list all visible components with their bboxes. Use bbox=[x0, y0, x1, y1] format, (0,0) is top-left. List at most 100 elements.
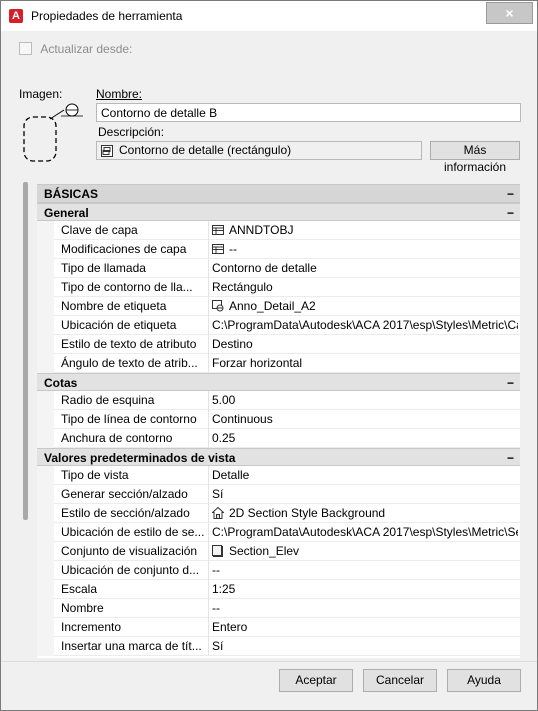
column-divider bbox=[208, 542, 209, 561]
column-divider bbox=[208, 410, 209, 429]
property-value[interactable]: -- bbox=[212, 599, 518, 618]
property-row[interactable]: Clave de capa ANNDTOBJ bbox=[37, 221, 520, 240]
property-row[interactable]: Tipo de línea de contorno Continuous bbox=[37, 410, 520, 429]
property-value[interactable]: 1:25 bbox=[212, 580, 518, 599]
row-gutter bbox=[37, 354, 54, 373]
property-value[interactable]: Rectángulo bbox=[212, 278, 518, 297]
update-from-checkbox[interactable] bbox=[19, 42, 32, 56]
row-gutter bbox=[37, 316, 54, 335]
property-value[interactable]: 0.25 bbox=[212, 429, 518, 448]
tool-image-preview[interactable] bbox=[19, 103, 91, 169]
property-name: Anchura de contorno bbox=[61, 431, 173, 445]
property-value[interactable]: C:\ProgramData\Autodesk\ACA 2017\esp\Sty… bbox=[212, 523, 518, 542]
category-basic-label: BÁSICAS bbox=[44, 187, 99, 201]
description-icon bbox=[101, 145, 113, 157]
property-row[interactable]: Tipo de vista Detalle bbox=[37, 466, 520, 485]
property-value-text: -- bbox=[212, 601, 220, 615]
row-gutter bbox=[37, 429, 54, 448]
property-name: Conjunto de visualización bbox=[61, 544, 198, 558]
tag-icon bbox=[212, 299, 229, 313]
property-value[interactable]: ANNDTOBJ bbox=[212, 221, 518, 240]
category-general[interactable]: General − bbox=[37, 203, 520, 221]
property-name: Clave de capa bbox=[61, 223, 138, 237]
property-row[interactable]: Tipo de llamada Contorno de detalle bbox=[37, 259, 520, 278]
property-value[interactable]: Sí bbox=[212, 485, 518, 504]
property-row[interactable]: Conjunto de visualización Section_Elev bbox=[37, 542, 520, 561]
help-button[interactable]: Ayuda bbox=[447, 669, 521, 692]
property-value-text: Section_Elev bbox=[229, 544, 300, 558]
property-value-text: Detalle bbox=[212, 468, 250, 482]
property-row[interactable]: Ubicación de etiqueta C:\ProgramData\Auto… bbox=[37, 316, 520, 335]
property-value[interactable]: Detalle bbox=[212, 466, 518, 485]
property-row[interactable]: Generar sección/alzado Sí bbox=[37, 485, 520, 504]
column-divider bbox=[208, 259, 209, 278]
row-gutter bbox=[37, 542, 54, 561]
property-value[interactable]: Destino bbox=[212, 335, 518, 354]
property-name: Ubicación de etiqueta bbox=[61, 318, 177, 332]
property-row[interactable]: Ángulo de texto de atrib... Forzar horizo… bbox=[37, 354, 520, 373]
property-row[interactable]: Anchura de contorno 0.25 bbox=[37, 429, 520, 448]
property-name: Modificaciones de capa bbox=[61, 242, 187, 256]
more-info-button[interactable]: Más información bbox=[430, 141, 520, 174]
close-button[interactable]: × bbox=[486, 2, 533, 24]
name-input[interactable]: Contorno de detalle B bbox=[96, 103, 521, 122]
property-row[interactable]: Estilo de texto de atributo Destino bbox=[37, 335, 520, 354]
row-gutter bbox=[37, 599, 54, 618]
row-gutter bbox=[37, 278, 54, 297]
property-value[interactable]: -- bbox=[212, 561, 518, 580]
property-value[interactable]: 5.00 bbox=[212, 391, 518, 410]
category-cotas[interactable]: Cotas − bbox=[37, 373, 520, 391]
collapse-icon[interactable]: − bbox=[507, 185, 514, 204]
property-row[interactable]: Nombre de etiqueta Anno_Detail_A2 bbox=[37, 297, 520, 316]
category-basic[interactable]: BÁSICAS − bbox=[37, 184, 520, 203]
title-bar: A Propiedades de herramienta × bbox=[1, 1, 537, 31]
property-row[interactable]: Escala 1:25 bbox=[37, 580, 520, 599]
description-label: Descripción: bbox=[98, 125, 165, 139]
column-divider bbox=[208, 485, 209, 504]
property-row[interactable]: Tipo de contorno de lla... Rectángulo bbox=[37, 278, 520, 297]
property-value[interactable]: Forzar horizontal bbox=[212, 354, 518, 373]
property-name: Generar sección/alzado bbox=[61, 487, 188, 501]
property-value[interactable]: 2D Section Style Background bbox=[212, 504, 518, 523]
collapse-icon[interactable]: − bbox=[507, 449, 514, 467]
ok-button[interactable]: Aceptar bbox=[279, 669, 353, 692]
property-row[interactable]: Ubicación de estilo de se... C:\ProgramDa… bbox=[37, 523, 520, 542]
name-label: Nombre: bbox=[96, 87, 143, 101]
property-name: Ubicación de conjunto d... bbox=[61, 563, 200, 577]
column-divider bbox=[208, 316, 209, 335]
collapse-icon[interactable]: − bbox=[507, 204, 514, 222]
property-value[interactable]: Anno_Detail_A2 bbox=[212, 297, 518, 316]
footer-divider bbox=[1, 661, 537, 662]
property-value[interactable]: Entero bbox=[212, 618, 518, 637]
property-row[interactable]: Radio de esquina 5.00 bbox=[37, 391, 520, 410]
property-row[interactable]: Incremento Entero bbox=[37, 618, 520, 637]
house-icon bbox=[212, 506, 229, 520]
scrollbar-thumb[interactable] bbox=[23, 182, 28, 520]
property-value[interactable]: Section_Elev bbox=[212, 542, 518, 561]
row-gutter bbox=[37, 504, 54, 523]
cancel-button[interactable]: Cancelar bbox=[363, 669, 437, 692]
property-value-text: 2D Section Style Background bbox=[229, 506, 386, 520]
property-value[interactable]: Continuous bbox=[212, 410, 518, 429]
detail-boundary-icon bbox=[23, 103, 83, 162]
window-title: Propiedades de herramienta bbox=[31, 9, 183, 23]
column-divider bbox=[208, 618, 209, 637]
property-row[interactable]: Insertar una marca de tít... Sí bbox=[37, 637, 520, 656]
description-value: Contorno de detalle (rectángulo) bbox=[119, 143, 292, 157]
category-view-defaults[interactable]: Valores predeterminados de vista − bbox=[37, 448, 520, 466]
property-row[interactable]: Estilo de sección/alzado 2D Section Style… bbox=[37, 504, 520, 523]
property-value[interactable]: -- bbox=[212, 240, 518, 259]
property-row[interactable]: Ubicación de conjunto d... -- bbox=[37, 561, 520, 580]
property-value-text: Sí bbox=[212, 639, 224, 653]
collapse-icon[interactable]: − bbox=[507, 374, 514, 392]
update-from-row[interactable]: Actualizar desde: bbox=[19, 41, 132, 56]
property-value[interactable]: C:\ProgramData\Autodesk\ACA 2017\esp\Sty… bbox=[212, 316, 518, 335]
description-field[interactable]: Contorno de detalle (rectángulo) bbox=[96, 141, 422, 160]
property-row[interactable]: Nombre -- bbox=[37, 599, 520, 618]
property-row[interactable]: Modificaciones de capa -- bbox=[37, 240, 520, 259]
property-name: Tipo de llamada bbox=[61, 261, 146, 275]
property-value-text: 5.00 bbox=[212, 393, 236, 407]
property-value[interactable]: Contorno de detalle bbox=[212, 259, 518, 278]
property-value[interactable]: Sí bbox=[212, 637, 518, 656]
property-value-text: Anno_Detail_A2 bbox=[229, 299, 316, 313]
